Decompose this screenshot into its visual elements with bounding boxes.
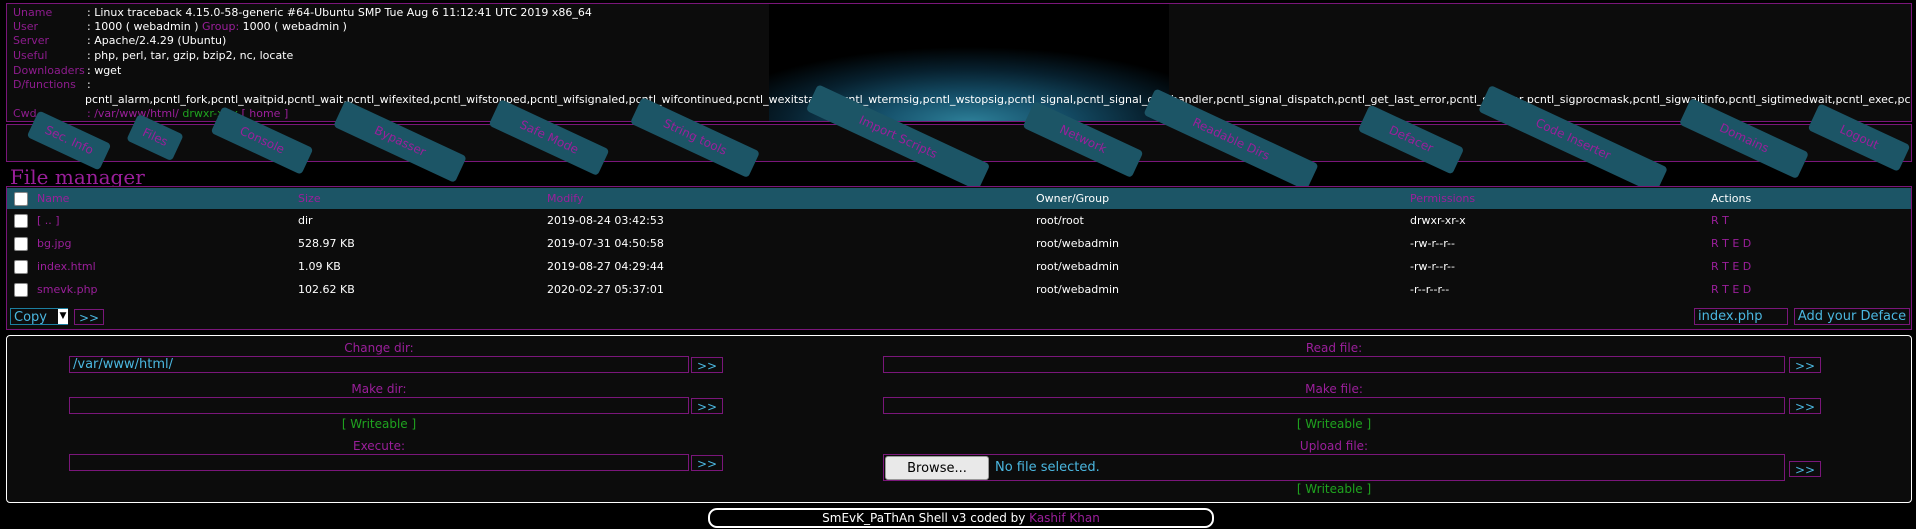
change-dir-go-button[interactable]: >> <box>691 357 723 373</box>
row-checkbox[interactable] <box>14 237 28 251</box>
file-owner: root/webadmin <box>1036 237 1119 250</box>
downloaders-row: Downloaders: wget <box>13 64 121 78</box>
col-modify[interactable]: Modify <box>547 188 583 209</box>
execute-label: Execute: <box>352 439 406 453</box>
table-header: Name Size Modify Owner/Group Permissions… <box>7 188 1911 209</box>
execute-go-button[interactable]: >> <box>691 455 723 471</box>
select-all-checkbox[interactable] <box>14 192 28 206</box>
col-owner: Owner/Group <box>1036 192 1110 205</box>
file-permissions[interactable]: drwxr-xr-x <box>1410 210 1466 232</box>
file-actions[interactable]: R T E D <box>1711 233 1751 255</box>
group-label: Group: <box>201 20 240 33</box>
user-row: User : 1000 ( webadmin ) Group: 1000 ( we… <box>13 20 347 34</box>
main-menu: Sec. Info Files Console Bypasser Safe Mo… <box>6 84 1912 195</box>
uname-label: Uname <box>13 6 53 19</box>
read-file-go-button[interactable]: >> <box>1789 357 1821 373</box>
make-file-writeable: [ Writeable ] <box>1296 417 1372 431</box>
dfunctions-colon: : <box>87 78 91 91</box>
file-owner: root/webadmin <box>1036 283 1119 296</box>
user-label: User <box>13 20 39 33</box>
make-file-label: Make file: <box>1305 382 1363 396</box>
file-name-link[interactable]: bg.jpg <box>37 233 71 255</box>
file-size: 1.09 KB <box>298 260 341 273</box>
execute-input[interactable] <box>69 454 689 471</box>
read-file-label: Read file: <box>1305 341 1363 355</box>
file-size: dir <box>298 214 313 227</box>
file-size: 102.62 KB <box>298 283 355 296</box>
change-dir-input[interactable]: /var/www/html/ <box>69 356 689 373</box>
make-dir-label: Make dir: <box>351 382 407 396</box>
file-modified: 2019-07-31 04:50:58 <box>547 237 664 250</box>
bulk-action-go-button[interactable]: >> <box>74 309 104 325</box>
file-manager-title: File manager <box>10 165 145 189</box>
make-file-input[interactable] <box>883 397 1785 414</box>
upload-writeable: [ Writeable ] <box>1296 482 1372 496</box>
file-permissions[interactable]: -rw-r--r-- <box>1410 233 1455 255</box>
uname-value: : Linux traceback 4.15.0-58-generic #64-… <box>87 6 592 19</box>
user-value: : 1000 ( webadmin ) <box>87 20 202 33</box>
col-actions: Actions <box>1711 192 1752 205</box>
author-link[interactable]: Kashif Khan <box>1029 511 1100 525</box>
table-row: smevk.php 102.62 KB 2020-02-27 05:37:01 … <box>7 279 1911 301</box>
file-modified: 2019-08-24 03:42:53 <box>547 214 664 227</box>
footer-credit: SmEvK_PaThAn Shell v3 coded by Kashif Kh… <box>708 508 1214 528</box>
server-value: : Apache/2.4.29 (Ubuntu) <box>87 34 227 47</box>
row-checkbox[interactable] <box>14 260 28 274</box>
dfunctions-row: D/functions: <box>13 78 91 92</box>
chevron-down-icon[interactable]: ▼ <box>58 309 68 324</box>
make-dir-input[interactable] <box>69 397 689 414</box>
disabled-functions-list: pcntl_alarm,pcntl_fork,pcntl_waitpid,pcn… <box>85 93 1912 106</box>
col-permissions[interactable]: Permissions <box>1410 188 1475 209</box>
make-dir-go-button[interactable]: >> <box>691 398 723 414</box>
file-manager-table: Name Size Modify Owner/Group Permissions… <box>6 186 1912 330</box>
file-name-link[interactable]: [ .. ] <box>37 210 60 232</box>
downloaders-label: Downloaders <box>13 64 85 77</box>
table-row: bg.jpg 528.97 KB 2019-07-31 04:50:58 roo… <box>7 233 1911 255</box>
file-modified: 2019-08-27 04:29:44 <box>547 260 664 273</box>
no-file-text: No file selected. <box>995 460 1100 475</box>
group-value: 1000 ( webadmin ) <box>239 20 347 33</box>
useful-value: : php, perl, tar, gzip, bzip2, nc, locat… <box>87 49 294 62</box>
uname-row: Uname : Linux traceback 4.15.0-58-generic… <box>13 6 592 20</box>
row-checkbox[interactable] <box>14 214 28 228</box>
tools-panel: Change dir: /var/www/html/ >> Make dir: … <box>6 335 1912 503</box>
footer-text: SmEvK_PaThAn Shell v3 coded by <box>822 511 1030 525</box>
useful-label: Useful <box>13 49 48 62</box>
file-size: 528.97 KB <box>298 237 355 250</box>
deface-filename-input[interactable]: index.php <box>1694 308 1788 325</box>
system-info-panel: Uname : Linux traceback 4.15.0-58-generic… <box>6 3 1912 122</box>
file-actions[interactable]: R T <box>1711 210 1729 232</box>
file-actions[interactable]: R T E D <box>1711 279 1751 301</box>
read-file-input[interactable] <box>883 356 1785 373</box>
file-name-link[interactable]: index.html <box>37 256 96 278</box>
useful-row: Useful : php, perl, tar, gzip, bzip2, nc,… <box>13 49 293 63</box>
col-size[interactable]: Size <box>298 188 321 209</box>
file-actions[interactable]: R T E D <box>1711 256 1751 278</box>
file-modified: 2020-02-27 05:37:01 <box>547 283 664 296</box>
make-dir-writeable: [ Writeable ] <box>341 417 417 431</box>
add-deface-button[interactable]: Add your Deface <box>1794 308 1910 325</box>
server-label: Server <box>13 34 50 47</box>
change-dir-label: Change dir: <box>344 341 414 355</box>
upload-go-button[interactable]: >> <box>1789 461 1821 477</box>
upload-file-label: Upload file: <box>1299 439 1369 453</box>
file-permissions[interactable]: -rw-r--r-- <box>1410 256 1455 278</box>
table-row: [ .. ] dir 2019-08-24 03:42:53 root/root… <box>7 210 1911 232</box>
row-checkbox[interactable] <box>14 283 28 297</box>
server-row: Server : Apache/2.4.29 (Ubuntu) <box>13 34 226 48</box>
browse-button[interactable]: Browse... <box>885 456 989 480</box>
file-name-link[interactable]: smevk.php <box>37 279 98 301</box>
make-file-go-button[interactable]: >> <box>1789 398 1821 414</box>
file-permissions[interactable]: -r--r--r-- <box>1410 279 1449 301</box>
cwd-path-link[interactable]: : /var/www/html/ <box>87 107 179 120</box>
file-owner: root/root <box>1036 214 1084 227</box>
file-owner: root/webadmin <box>1036 260 1119 273</box>
downloaders-value: : wget <box>87 64 122 77</box>
table-row: index.html 1.09 KB 2019-08-27 04:29:44 r… <box>7 256 1911 278</box>
col-name[interactable]: Name <box>37 188 69 209</box>
dfunctions-label: D/functions <box>13 78 76 91</box>
